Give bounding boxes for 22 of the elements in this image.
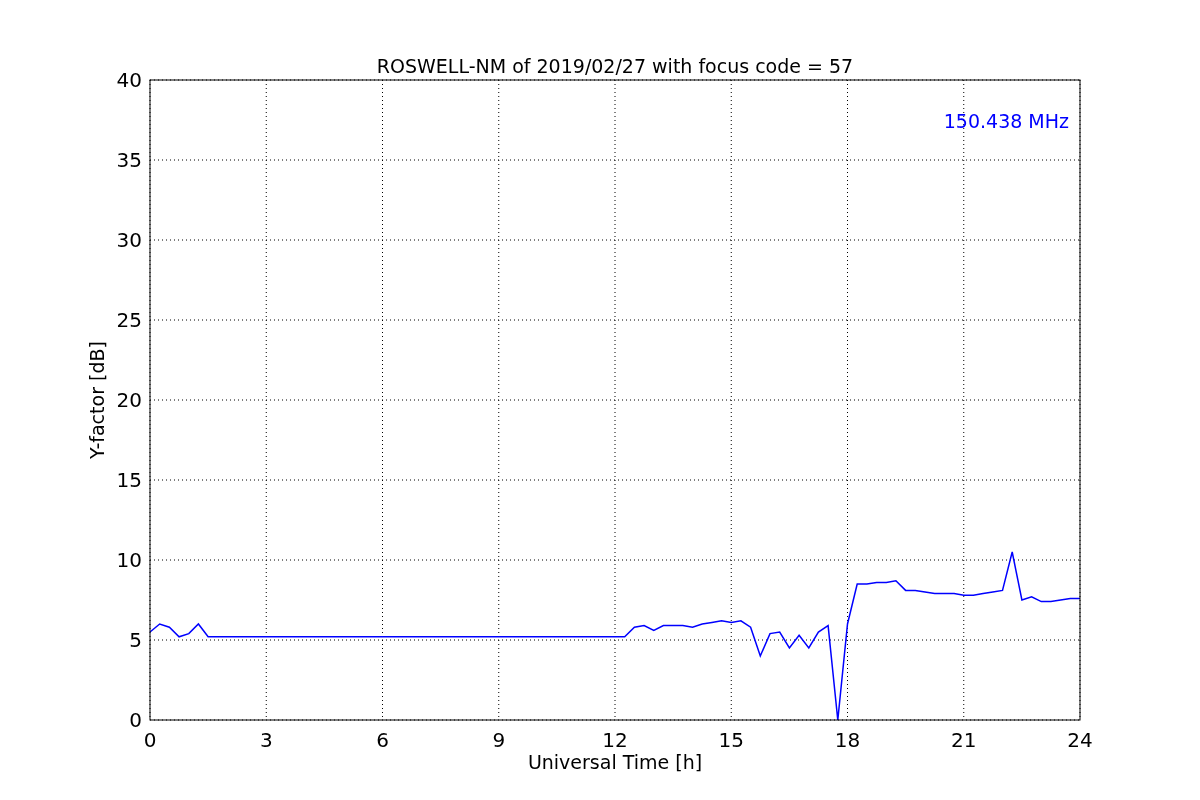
- x-tick-label: 12: [602, 728, 628, 752]
- y-tick-label: 40: [116, 68, 142, 92]
- y-tick-label: 10: [116, 548, 142, 572]
- y-tick-label: 30: [116, 228, 142, 252]
- y-tick-label: 0: [129, 708, 142, 732]
- x-axis-label: Universal Time [h]: [527, 751, 703, 773]
- x-tick-label: 3: [259, 728, 273, 752]
- y-tick-label: 35: [116, 148, 142, 172]
- y-tick-label: 20: [116, 388, 142, 412]
- y-tick-label: 25: [116, 308, 142, 332]
- frequency-annotation: 150.438 MHz: [943, 110, 1069, 132]
- x-tick-label: 21: [951, 728, 977, 752]
- x-tick-label: 9: [492, 728, 506, 752]
- y-tick-label: 15: [116, 468, 142, 492]
- x-tick-label: 24: [1067, 728, 1093, 752]
- x-tick-label: 6: [376, 728, 389, 752]
- x-tick-label: 15: [718, 728, 744, 752]
- x-tick-label: 0: [143, 728, 157, 752]
- x-tick-label: 18: [834, 728, 861, 752]
- y-tick-label: 5: [129, 628, 142, 652]
- chart-title: ROSWELL-NM of 2019/02/27 with focus code = 57: [376, 55, 854, 77]
- y-axis-label: Y-factor [dB]: [86, 341, 108, 459]
